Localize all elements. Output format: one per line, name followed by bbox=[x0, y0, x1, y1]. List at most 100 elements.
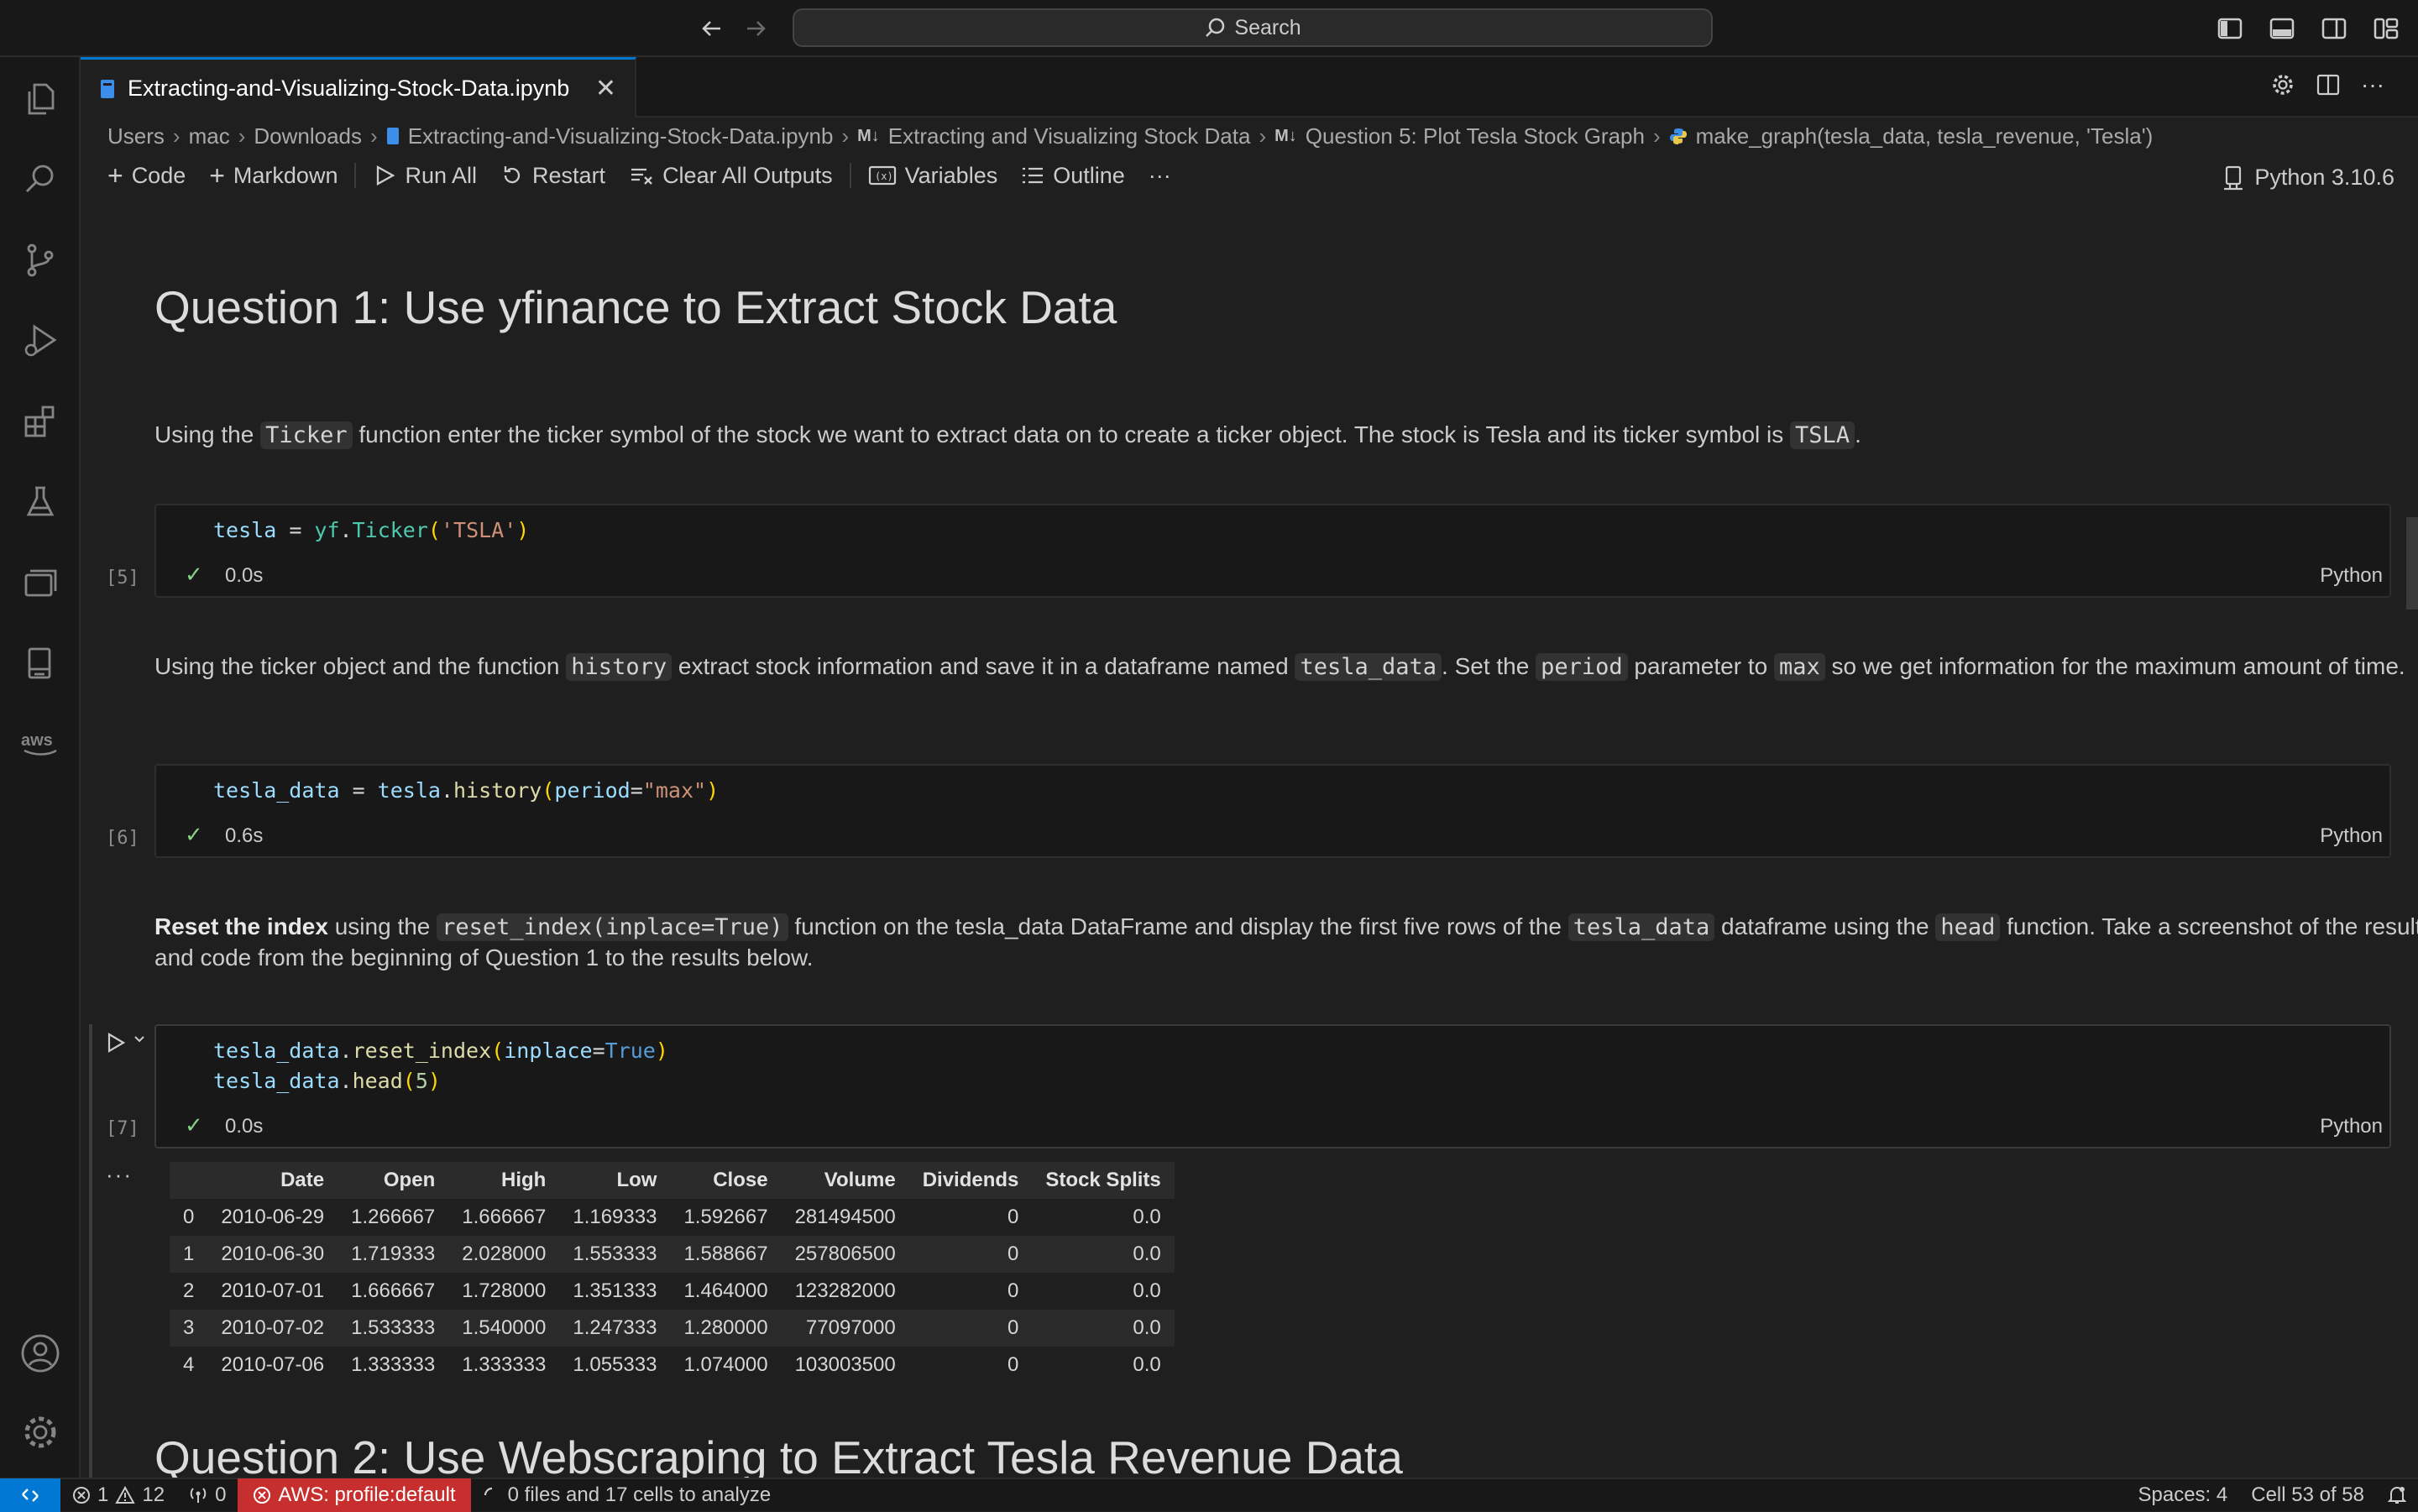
source-control-icon[interactable] bbox=[0, 227, 81, 294]
notebook-file-icon bbox=[99, 78, 116, 100]
table-cell: 0 bbox=[908, 1236, 1033, 1273]
table-cell: 1.280000 bbox=[670, 1310, 782, 1347]
back-arrow-icon[interactable] bbox=[695, 12, 729, 45]
add-markdown-cell-button[interactable]: + Markdown bbox=[197, 162, 349, 189]
search-icon[interactable] bbox=[0, 146, 81, 213]
run-cell-icon[interactable] bbox=[101, 1028, 131, 1058]
cell-language[interactable]: Python bbox=[2320, 824, 2383, 848]
outline-icon bbox=[1021, 165, 1044, 186]
success-check-icon: ✓ bbox=[185, 822, 203, 847]
execution-time: 0.6s bbox=[225, 824, 264, 847]
chevron-right-icon: › bbox=[172, 123, 181, 149]
table-row: 1 2010-06-30 1.719333 2.028000 1.553333 … bbox=[170, 1236, 1175, 1273]
vertical-scrollbar[interactable] bbox=[2406, 517, 2418, 610]
notebook-icon[interactable] bbox=[0, 630, 81, 697]
table-cell: 0.0 bbox=[1133, 1353, 1161, 1376]
column-header: Low bbox=[559, 1162, 671, 1199]
aws-icon[interactable]: aws bbox=[0, 710, 81, 777]
add-code-cell-button[interactable]: + Code bbox=[96, 160, 197, 191]
breadcrumb-question[interactable]: Question 5: Plot Tesla Stock Graph bbox=[1306, 123, 1645, 149]
table-cell: 1.169333 bbox=[573, 1206, 657, 1228]
status-bar: 1 12 0 AWS: profile:default 0 files and … bbox=[0, 1478, 2418, 1512]
clear-outputs-button[interactable]: Clear All Outputs bbox=[617, 163, 845, 189]
plus-icon: + bbox=[107, 160, 123, 191]
cell-position-indicator[interactable]: Cell 53 of 58 bbox=[2239, 1483, 2376, 1507]
markdown-cell-ticker: Using the Ticker function enter the tick… bbox=[154, 421, 1861, 449]
table-cell: 1.666667 bbox=[351, 1279, 436, 1302]
column-header: Volume bbox=[781, 1162, 909, 1199]
table-cell: 1.055333 bbox=[573, 1353, 657, 1376]
code-editor[interactable]: tesla_data.reset_index(inplace=True) tes… bbox=[213, 1036, 668, 1096]
toggle-panel-icon[interactable] bbox=[2267, 13, 2297, 44]
more-toolbar-button[interactable]: ··· bbox=[1137, 163, 1183, 189]
breadcrumb-function[interactable]: make_graph(tesla_data, tesla_revenue, 'T… bbox=[1696, 123, 2154, 149]
heading-question-1: Question 1: Use yfinance to Extract Stoc… bbox=[154, 281, 1117, 333]
remote-explorer-icon[interactable] bbox=[0, 549, 81, 616]
column-header: Dividends bbox=[908, 1162, 1033, 1199]
aws-profile-indicator[interactable]: AWS: profile:default bbox=[238, 1478, 471, 1512]
breadcrumb-downloads[interactable]: Downloads bbox=[254, 123, 362, 149]
code-cell-7[interactable]: tesla_data.reset_index(inplace=True) tes… bbox=[154, 1024, 2391, 1148]
cell-language[interactable]: Python bbox=[2320, 1115, 2383, 1138]
markdown-cell-history: Using the ticker object and the function… bbox=[154, 653, 2405, 681]
execution-count: [5] bbox=[106, 568, 139, 589]
customize-layout-icon[interactable] bbox=[2371, 13, 2401, 44]
table-row: 2 2010-07-01 1.666667 1.728000 1.351333 … bbox=[170, 1273, 1175, 1310]
table-cell: 2010-07-06 bbox=[221, 1353, 325, 1376]
code-cell-6[interactable]: tesla_data = tesla.history(period="max")… bbox=[154, 764, 2391, 858]
table-cell: 123282000 bbox=[794, 1279, 896, 1302]
markdown-icon: M↓ bbox=[1274, 126, 1297, 145]
breadcrumb-file[interactable]: Extracting-and-Visualizing-Stock-Data.ip… bbox=[408, 123, 834, 149]
problems-indicator[interactable]: 1 12 bbox=[60, 1483, 176, 1507]
row-index: 1 bbox=[170, 1236, 208, 1273]
chevron-right-icon: › bbox=[1652, 123, 1661, 149]
table-cell: 1.719333 bbox=[338, 1236, 449, 1273]
testing-icon[interactable] bbox=[0, 468, 81, 536]
outline-button[interactable]: Outline bbox=[1009, 163, 1137, 189]
gear-icon[interactable] bbox=[2270, 72, 2295, 97]
output-actions-button[interactable]: ··· bbox=[106, 1162, 133, 1188]
toggle-secondary-sidebar-icon[interactable] bbox=[2319, 13, 2349, 44]
explorer-icon[interactable] bbox=[0, 65, 81, 133]
kernel-icon bbox=[2222, 165, 2244, 191]
code-cell-5[interactable]: tesla = yf.Ticker('TSLA') ✓ 0.0s Python bbox=[154, 504, 2391, 598]
forward-arrow-icon[interactable] bbox=[739, 12, 772, 45]
run-debug-icon[interactable] bbox=[0, 307, 81, 374]
chevron-down-icon[interactable] bbox=[133, 1033, 146, 1046]
toggle-primary-sidebar-icon[interactable] bbox=[2215, 13, 2245, 44]
split-editor-icon[interactable] bbox=[2316, 72, 2341, 97]
remote-indicator-icon[interactable] bbox=[0, 1478, 60, 1512]
breadcrumb-section[interactable]: Extracting and Visualizing Stock Data bbox=[888, 123, 1251, 149]
warning-icon bbox=[115, 1486, 136, 1504]
restart-button[interactable]: Restart bbox=[489, 163, 617, 189]
variables-button[interactable]: (x) Variables bbox=[856, 163, 1010, 189]
more-actions-icon[interactable]: ··· bbox=[2361, 72, 2384, 97]
extensions-icon[interactable] bbox=[0, 388, 81, 455]
analysis-progress[interactable]: 0 files and 17 cells to analyze bbox=[471, 1483, 783, 1507]
cell-language[interactable]: Python bbox=[2320, 564, 2383, 588]
breadcrumb-mac[interactable]: mac bbox=[189, 123, 230, 149]
accounts-icon[interactable] bbox=[0, 1320, 81, 1387]
code-editor[interactable]: tesla = yf.Ticker('TSLA') bbox=[213, 515, 529, 546]
command-center-search[interactable]: Search bbox=[793, 8, 1713, 47]
table-row: 3 2010-07-02 1.533333 1.540000 1.247333 … bbox=[170, 1310, 1175, 1347]
variables-icon: (x) bbox=[868, 165, 897, 186]
tab-notebook[interactable]: Extracting-and-Visualizing-Stock-Data.ip… bbox=[81, 57, 636, 118]
row-index: 2 bbox=[183, 1279, 195, 1302]
close-icon[interactable]: ✕ bbox=[595, 74, 616, 103]
breadcrumb-users[interactable]: Users bbox=[107, 123, 165, 149]
run-all-button[interactable]: Run All bbox=[361, 163, 489, 189]
execution-count: [6] bbox=[106, 828, 139, 849]
code-editor[interactable]: tesla_data = tesla.history(period="max") bbox=[213, 776, 719, 806]
notebook-toolbar: + Code + Markdown Run All Restart Clear … bbox=[96, 154, 2418, 196]
svg-text:(x): (x) bbox=[875, 170, 893, 182]
notifications-bell-icon[interactable] bbox=[2376, 1485, 2418, 1505]
run-all-icon bbox=[373, 164, 396, 187]
ports-indicator[interactable]: 0 bbox=[176, 1483, 238, 1507]
notebook-body: Question 1: Use yfinance to Extract Stoc… bbox=[81, 198, 2418, 1478]
settings-gear-icon[interactable] bbox=[0, 1399, 81, 1466]
kernel-picker[interactable]: Python 3.10.6 bbox=[2222, 165, 2394, 191]
table-cell: 1.533333 bbox=[338, 1310, 449, 1347]
table-cell: 0 bbox=[908, 1310, 1033, 1347]
indentation-indicator[interactable]: Spaces: 4 bbox=[2127, 1483, 2240, 1507]
